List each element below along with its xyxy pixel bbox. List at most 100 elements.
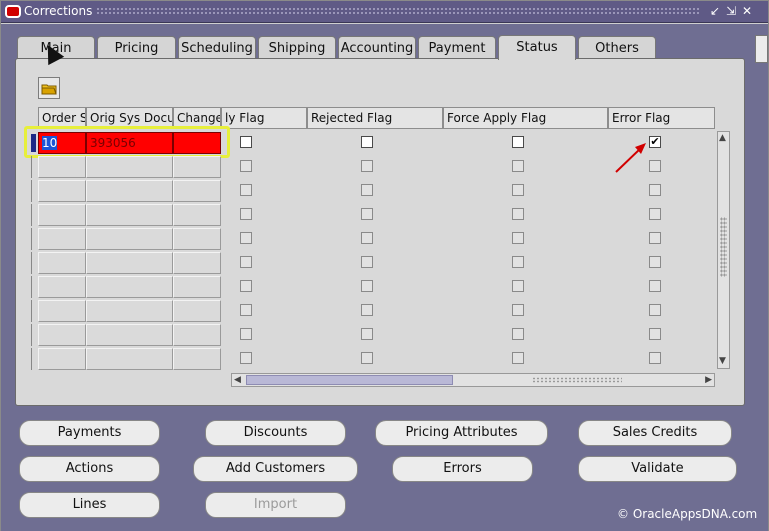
tab-payment[interactable]: Payment [418,36,496,59]
empty-grid-cell[interactable] [86,252,173,274]
rejected-flag-checkbox[interactable] [361,304,373,316]
sales-credits-button[interactable]: Sales Credits [578,420,732,446]
empty-grid-cell[interactable] [38,300,86,322]
empty-grid-cell[interactable] [173,156,221,178]
apply-flag-checkbox[interactable] [240,280,252,292]
column-header-error-flag[interactable]: Error Flag [608,107,715,129]
force-apply-flag-checkbox[interactable] [512,208,524,220]
empty-grid-cell[interactable] [38,156,86,178]
error-flag-checkbox[interactable] [649,352,661,364]
apply-flag-checkbox[interactable] [240,136,252,148]
empty-grid-cell[interactable] [38,228,86,250]
error-flag-checkbox[interactable] [649,160,661,172]
tab-accounting[interactable]: Accounting [338,36,416,59]
empty-grid-cell[interactable] [173,180,221,202]
tab-pricing[interactable]: Pricing [97,36,176,59]
horizontal-scrollbar[interactable]: ◀ ▶ [231,373,715,387]
error-flag-checkbox[interactable] [649,280,661,292]
tab-others[interactable]: Others [578,36,656,59]
tab-status[interactable]: Status [498,35,576,60]
apply-flag-checkbox[interactable] [240,232,252,244]
row-marker[interactable] [31,204,37,226]
tab-shipping[interactable]: Shipping [258,36,336,59]
row-marker[interactable] [31,324,37,346]
add-customers-button[interactable]: Add Customers [193,456,358,482]
rejected-flag-checkbox[interactable] [361,280,373,292]
empty-grid-cell[interactable] [173,324,221,346]
error-flag-checkbox[interactable] [649,328,661,340]
column-header-rejected-flag[interactable]: Rejected Flag [307,107,443,129]
error-flag-checkbox[interactable] [649,208,661,220]
title-bar[interactable]: Corrections ↙ ⇲ ✕ [1,1,768,23]
apply-flag-checkbox[interactable] [240,328,252,340]
vertical-scrollbar[interactable]: ▲ ▼ [717,131,730,369]
apply-flag-checkbox[interactable] [240,352,252,364]
force-apply-flag-checkbox[interactable] [512,304,524,316]
empty-grid-cell[interactable] [38,204,86,226]
horizontal-scroll-thumb[interactable] [246,375,453,385]
scroll-left-icon[interactable]: ◀ [234,374,241,386]
rejected-flag-checkbox[interactable] [361,328,373,340]
force-apply-flag-checkbox[interactable] [512,136,524,148]
lines-button[interactable]: Lines [19,492,160,518]
apply-flag-checkbox[interactable] [240,160,252,172]
payments-button[interactable]: Payments [19,420,160,446]
rejected-flag-checkbox[interactable] [361,136,373,148]
empty-grid-cell[interactable] [86,324,173,346]
row-marker[interactable] [31,300,37,322]
force-apply-flag-checkbox[interactable] [512,256,524,268]
force-apply-flag-checkbox[interactable] [512,232,524,244]
rejected-flag-checkbox[interactable] [361,352,373,364]
discounts-button[interactable]: Discounts [205,420,346,446]
error-flag-checkbox[interactable] [649,256,661,268]
scroll-right-icon[interactable]: ▶ [705,374,712,386]
scroll-down-icon[interactable]: ▼ [719,357,726,366]
empty-grid-cell[interactable] [173,228,221,250]
open-folder-button[interactable] [38,77,60,99]
rejected-flag-checkbox[interactable] [361,232,373,244]
errors-button[interactable]: Errors [392,456,533,482]
force-apply-flag-checkbox[interactable] [512,160,524,172]
apply-flag-checkbox[interactable] [240,208,252,220]
row-marker[interactable] [31,276,37,298]
empty-grid-cell[interactable] [38,252,86,274]
vertical-scroll-grip[interactable] [720,217,727,277]
empty-grid-cell[interactable] [173,276,221,298]
empty-grid-cell[interactable] [38,324,86,346]
empty-grid-cell[interactable] [38,180,86,202]
close-icon[interactable]: ✕ [740,4,754,18]
scroll-up-icon[interactable]: ▲ [719,134,726,143]
rejected-flag-checkbox[interactable] [361,184,373,196]
rejected-flag-checkbox[interactable] [361,256,373,268]
empty-grid-cell[interactable] [173,300,221,322]
actions-button[interactable]: Actions [19,456,160,482]
apply-flag-checkbox[interactable] [240,256,252,268]
empty-grid-cell[interactable] [173,348,221,370]
minimize-icon[interactable]: ↙ [708,4,722,18]
rejected-flag-checkbox[interactable] [361,160,373,172]
row-marker[interactable] [31,180,37,202]
empty-grid-cell[interactable] [86,276,173,298]
empty-grid-cell[interactable] [86,180,173,202]
error-flag-checkbox[interactable]: ✔ [649,136,661,148]
empty-grid-cell[interactable] [38,276,86,298]
maximize-icon[interactable]: ⇲ [724,4,738,18]
empty-grid-cell[interactable] [38,348,86,370]
pricing-attributes-button[interactable]: Pricing Attributes [375,420,548,446]
empty-grid-cell[interactable] [173,252,221,274]
side-scroll-button[interactable] [755,35,768,63]
rejected-flag-checkbox[interactable] [361,208,373,220]
empty-grid-cell[interactable] [86,156,173,178]
empty-grid-cell[interactable] [86,228,173,250]
row-marker[interactable] [31,252,37,274]
column-header-force-apply-flag[interactable]: Force Apply Flag [443,107,608,129]
row-marker[interactable] [31,348,37,370]
apply-flag-checkbox[interactable] [240,184,252,196]
force-apply-flag-checkbox[interactable] [512,352,524,364]
apply-flag-checkbox[interactable] [240,304,252,316]
tab-scheduling[interactable]: Scheduling [178,36,256,59]
error-flag-checkbox[interactable] [649,304,661,316]
force-apply-flag-checkbox[interactable] [512,328,524,340]
error-flag-checkbox[interactable] [649,184,661,196]
force-apply-flag-checkbox[interactable] [512,184,524,196]
